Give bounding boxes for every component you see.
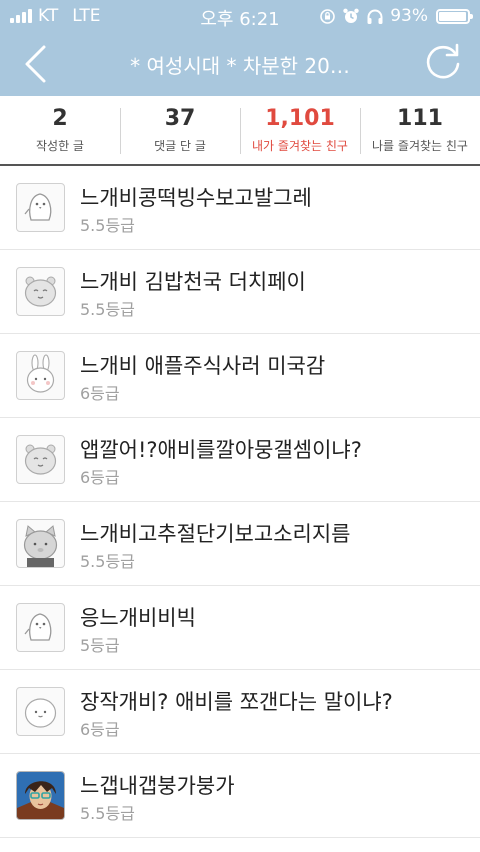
battery-icon	[436, 8, 473, 24]
penguin-avatar-icon	[24, 613, 52, 641]
friend-grade: 6등급	[80, 468, 120, 487]
stat-my-posts[interactable]: 2 작성한 글	[0, 96, 120, 164]
avatar	[16, 603, 65, 652]
list-item[interactable]: 느갭내갭붕가붕가 5.5등급	[0, 754, 480, 838]
status-bar: KT LTE 오후 6:21 93%	[0, 0, 480, 32]
friend-grade: 6등급	[80, 384, 120, 403]
battery-percent: 93%	[390, 6, 428, 26]
avatar	[16, 183, 65, 232]
friend-grade: 5.5등급	[80, 804, 135, 823]
list-item[interactable]: 앱깔어!?애비를깔아뭉갤셈이냐? 6등급	[0, 418, 480, 502]
blob-avatar-icon	[24, 698, 57, 728]
friend-grade: 5.5등급	[80, 216, 135, 235]
stat-label: 댓글 단 글	[154, 139, 206, 153]
nav-bar: * 여성시대 * 차분한 20…	[0, 32, 480, 96]
back-button[interactable]	[14, 42, 58, 86]
friend-name: 느개비 애플주식사러 미국감	[80, 354, 326, 378]
rabbit-avatar-icon	[26, 354, 55, 393]
top-bar: KT LTE 오후 6:21 93% * 여성시대 * 차분한 20…	[0, 0, 480, 96]
list-item[interactable]: 느개비고추절단기보고소리지름 5.5등급	[0, 502, 480, 586]
refresh-icon	[426, 43, 460, 79]
list-item[interactable]: 느개비 김밥천국 더치페이 5.5등급	[0, 250, 480, 334]
avatar	[16, 267, 65, 316]
friend-grade: 5.5등급	[80, 552, 135, 571]
bear-avatar-icon	[24, 444, 57, 475]
friend-name: 장작개비? 애비를 쪼갠다는 말이냐?	[80, 690, 393, 714]
stat-favorited-by[interactable]: 111 나를 즐겨찾는 친구	[360, 96, 480, 164]
friend-grade: 5.5등급	[80, 300, 135, 319]
list-item[interactable]: 응느개비비빅 5등급	[0, 586, 480, 670]
list-item[interactable]: 장작개비? 애비를 쪼갠다는 말이냐? 6등급	[0, 670, 480, 754]
chevron-left-icon	[25, 45, 46, 83]
friend-name: 느개비콩떡빙수보고발그레	[80, 186, 312, 210]
list-item[interactable]: 느개비콩떡빙수보고발그레 5.5등급	[0, 166, 480, 250]
stat-value: 37	[164, 106, 196, 131]
stat-value: 111	[397, 106, 443, 131]
stat-my-favorites[interactable]: 1,101 내가 즐겨찾는 친구	[240, 96, 360, 164]
stat-label: 작성한 글	[36, 139, 84, 153]
avatar	[16, 687, 65, 736]
stat-value: 1,101	[265, 106, 335, 131]
stat-value: 2	[52, 106, 68, 131]
penguin-avatar-icon	[24, 193, 52, 221]
avatar	[16, 519, 65, 568]
friend-grade: 6등급	[80, 720, 120, 739]
refresh-button[interactable]	[420, 40, 466, 86]
stat-label: 내가 즐겨찾는 친구	[252, 139, 348, 153]
list-item[interactable]: 느개비 애플주식사러 미국감 6등급	[0, 334, 480, 418]
friend-name: 느갭내갭붕가붕가	[80, 774, 235, 798]
stats-bar: 2 작성한 글 37 댓글 단 글 1,101 내가 즐겨찾는 친구 111 나…	[0, 96, 480, 166]
headphones-icon	[367, 9, 383, 24]
alarm-icon	[343, 8, 359, 23]
cat-avatar-icon	[23, 525, 58, 567]
friend-name: 응느개비비빅	[80, 606, 196, 630]
friend-list: 느개비콩떡빙수보고발그레 5.5등급 느개비 김밥천국 더치페이 5.5등급 느…	[0, 166, 480, 838]
avatar	[16, 351, 65, 400]
friend-name: 느개비고추절단기보고소리지름	[80, 522, 351, 546]
stat-label: 나를 즐겨찾는 친구	[372, 139, 468, 153]
stat-my-comments[interactable]: 37 댓글 단 글	[120, 96, 240, 164]
anime-character-avatar-icon	[17, 772, 64, 819]
bear-avatar-icon	[24, 276, 57, 307]
friend-name: 느개비 김밥천국 더치페이	[80, 270, 306, 294]
friend-name: 앱깔어!?애비를깔아뭉갤셈이냐?	[80, 438, 362, 462]
page-title: * 여성시대 * 차분한 20…	[130, 54, 350, 78]
avatar	[16, 771, 65, 820]
friend-grade: 5등급	[80, 636, 120, 655]
rotation-lock-icon	[320, 8, 336, 24]
avatar	[16, 435, 65, 484]
